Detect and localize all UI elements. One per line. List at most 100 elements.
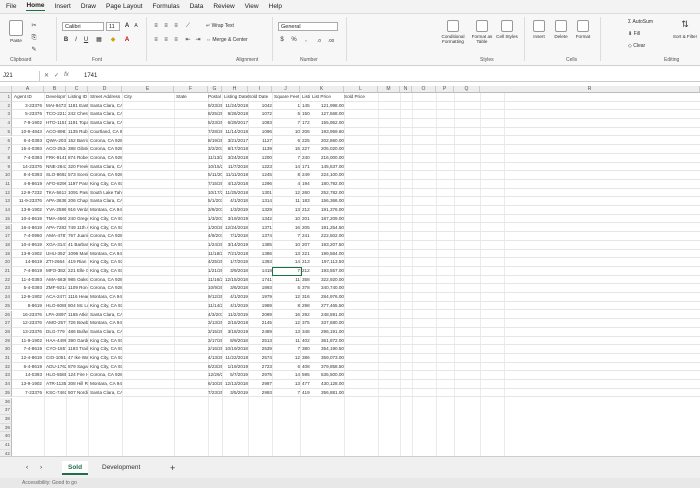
table-cell[interactable]: HAA-4499 — [46, 337, 66, 345]
table-cell[interactable]: 193,207.50 — [312, 241, 344, 249]
row-header[interactable]: 14 — [0, 206, 12, 215]
table-cell[interactable]: 4/12/2018 — [224, 180, 248, 188]
table-cell[interactable] — [124, 267, 174, 275]
table-cell[interactable]: Corona, CA 92882 — [90, 137, 122, 145]
table-cell[interactable] — [176, 345, 188, 353]
table-cell[interactable]: 10/17/2018 — [208, 189, 222, 197]
table-cell[interactable] — [124, 380, 174, 388]
table-cell[interactable]: 240 Gregory Road — [68, 215, 88, 223]
row-header[interactable]: 1 — [0, 93, 12, 102]
row-header[interactable]: 7 — [0, 145, 12, 154]
table-cell[interactable] — [176, 232, 188, 240]
table-cell[interactable] — [124, 337, 174, 345]
row-header[interactable]: 2 — [0, 101, 12, 111]
table-cell[interactable] — [124, 241, 174, 249]
underline-button[interactable]: U — [82, 36, 90, 45]
table-cell[interactable]: 260,600.00 — [302, 189, 310, 197]
column-title[interactable]: State — [176, 93, 188, 101]
table-cell[interactable]: 11 — [274, 337, 300, 345]
table-cell[interactable] — [176, 110, 188, 118]
table-cell[interactable]: 2513 — [248, 337, 272, 345]
table-cell[interactable]: 7-23376 — [14, 389, 42, 397]
table-cell[interactable]: 10/15/2018 — [208, 163, 222, 171]
table-cell[interactable] — [124, 224, 174, 232]
table-cell[interactable]: 767 Juanita Spur — [68, 232, 88, 240]
table-cell[interactable]: 595,000.00 — [302, 371, 310, 379]
table-cell[interactable] — [124, 276, 174, 284]
table-cell[interactable] — [176, 371, 188, 379]
table-cell[interactable]: King City, CA 93930 — [90, 354, 122, 362]
conditional-formatting-button[interactable]: Conditional Formatting — [436, 20, 470, 44]
table-cell[interactable]: 183,960.00 — [302, 197, 310, 205]
row-header[interactable]: 21 — [0, 267, 12, 276]
table-cell[interactable]: 340,740.00 — [312, 284, 344, 292]
table-cell[interactable]: 3-23376 — [14, 102, 42, 110]
table-cell[interactable]: Santa Clara, CA 95051 — [90, 311, 122, 319]
row-header[interactable]: 27 — [0, 319, 12, 328]
table-cell[interactable]: 408,450.00 — [302, 363, 310, 371]
table-cell[interactable] — [176, 302, 188, 310]
table-cell[interactable]: 535,500.00 — [312, 371, 344, 379]
table-cell[interactable]: 2539 — [248, 345, 272, 353]
table-cell[interactable] — [124, 137, 174, 145]
table-cell[interactable]: 11 — [274, 197, 300, 205]
table-cell[interactable]: 201,300.00 — [302, 215, 310, 223]
row-header[interactable]: 9 — [0, 162, 12, 172]
confirm-icon[interactable]: ✓ — [54, 72, 59, 79]
table-cell[interactable]: 2145 — [248, 319, 272, 327]
row-header[interactable]: 22 — [0, 275, 12, 285]
table-cell[interactable]: 224,100.00 — [312, 171, 344, 179]
table-cell[interactable]: 1/3/2019 — [224, 206, 248, 214]
table-cell[interactable]: 12/29/2018 — [208, 371, 222, 379]
table-cell[interactable]: 12/15/2018 — [224, 276, 248, 284]
table-cell[interactable] — [124, 215, 174, 223]
table-cell[interactable]: 11/16/2018 — [208, 276, 222, 284]
table-cell[interactable]: Santa Clara, CA 95051 — [90, 389, 122, 397]
table-cell[interactable]: TMA-4565 — [46, 215, 66, 223]
table-cell[interactable]: AMO-2576 — [46, 319, 66, 327]
table-cell[interactable]: ADU-1762 — [46, 363, 66, 371]
table-cell[interactable]: 13-9-1902 — [14, 250, 42, 258]
column-header-p[interactable]: P — [436, 86, 454, 93]
table-cell[interactable]: 1116 Hearthstone Drive — [68, 293, 88, 301]
table-cell[interactable]: AMA-4787 — [46, 232, 66, 240]
table-cell[interactable]: 8 — [274, 302, 300, 310]
table-cell[interactable]: XGA-3147 — [46, 241, 66, 249]
table-cell[interactable]: 7-4-0393 — [14, 154, 42, 162]
table-cell[interactable]: 1096 Marino Drive — [68, 250, 88, 258]
table-cell[interactable]: 5 — [274, 110, 300, 118]
table-cell[interactable]: Santa Clara, CA 95051 — [90, 110, 122, 118]
table-cell[interactable] — [124, 250, 174, 258]
table-cell[interactable]: Montara, CA 94037 — [90, 206, 122, 214]
selected-cell[interactable] — [272, 267, 302, 276]
column-header-e[interactable]: E — [122, 86, 174, 93]
table-cell[interactable]: 212,700.00 — [302, 267, 310, 275]
table-cell[interactable]: 1223 — [248, 163, 272, 171]
table-cell[interactable]: 13-9-1902 — [14, 380, 42, 388]
table-cell[interactable]: 16 — [274, 311, 300, 319]
table-cell[interactable] — [124, 345, 174, 353]
table-cell[interactable]: 6/29/2017 — [224, 119, 248, 127]
fx-icon[interactable]: fx — [64, 72, 69, 79]
table-cell[interactable]: 358,800.00 — [302, 276, 310, 284]
table-cell[interactable]: Montara, CA 94037 — [90, 250, 122, 258]
table-cell[interactable]: 13-9-1902 — [14, 206, 42, 214]
table-cell[interactable]: 419 Rian Lane — [68, 258, 88, 266]
table-cell[interactable]: ACO-8981 — [46, 128, 66, 136]
column-header-b[interactable]: B — [44, 86, 66, 93]
table-cell[interactable]: 9/23/2018 — [208, 102, 222, 110]
table-cell[interactable]: 202,860.00 — [312, 137, 344, 145]
table-cell[interactable]: 10 — [274, 241, 300, 249]
table-cell[interactable]: 1091 Pass Drive — [68, 189, 88, 197]
column-header-r[interactable]: R — [480, 86, 700, 93]
table-cell[interactable] — [176, 215, 188, 223]
table-cell[interactable]: King City, CA 93930 — [90, 267, 122, 275]
font-size-select[interactable]: 11 — [106, 22, 120, 31]
table-cell[interactable]: AFO-8296 — [46, 180, 66, 188]
row-header[interactable]: 33 — [0, 371, 12, 381]
table-cell[interactable]: 320 Freelord Circle — [68, 163, 88, 171]
table-cell[interactable]: 216,000.00 — [312, 154, 344, 162]
table-cell[interactable]: 240,000.00 — [302, 154, 310, 162]
table-cell[interactable]: 205,650.00 — [302, 224, 310, 232]
table-cell[interactable]: 2/16/2018 — [208, 345, 222, 353]
